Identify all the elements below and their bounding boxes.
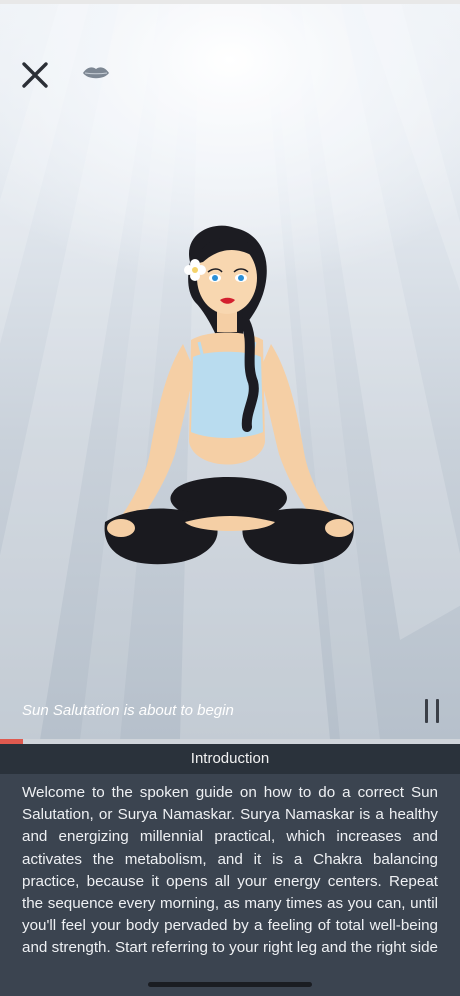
bottom-bar [0,960,460,996]
meditation-illustration [104,225,354,565]
status-strip [0,0,460,4]
close-icon [22,62,48,88]
pause-icon [425,699,428,723]
description-text: Welcome to the spoken guide on how to do… [22,784,438,979]
home-indicator[interactable] [148,982,312,987]
lips-icon [83,67,109,79]
pause-icon [436,699,439,723]
status-caption: Sun Salutation is about to begin [22,702,234,719]
video-scene: Sun Salutation is about to begin [0,0,460,740]
voice-toggle-button[interactable] [82,65,110,81]
pause-button[interactable] [420,697,444,725]
close-button[interactable] [20,60,50,90]
description-panel: Welcome to the spoken guide on how to do… [0,774,460,979]
section-title: Introduction [0,744,460,774]
